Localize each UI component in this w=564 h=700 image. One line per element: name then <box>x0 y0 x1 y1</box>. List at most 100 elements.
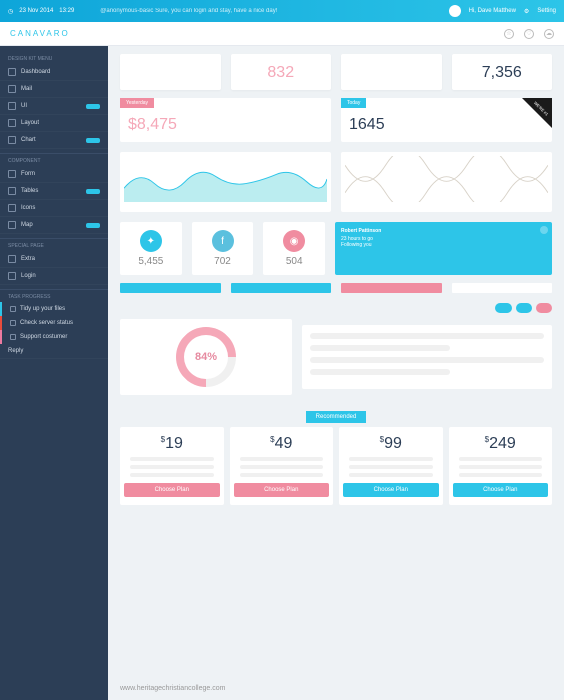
topbar-settings[interactable]: Setting <box>537 8 556 14</box>
sidebar-item-label: Icons <box>21 205 35 211</box>
stat-card <box>341 54 442 90</box>
sidebar-item-extra[interactable]: Extra <box>0 251 108 268</box>
recommended-badge: Recommended <box>306 411 367 423</box>
sidebar-item-ui[interactable]: UI <box>0 98 108 115</box>
stat-card: 7,356 <box>452 54 553 90</box>
choose-plan-button[interactable]: Choose Plan <box>234 483 330 497</box>
choose-plan-button[interactable]: Choose Plan <box>124 483 220 497</box>
panel-action-icon[interactable] <box>540 226 548 234</box>
dashboard-icon <box>8 68 16 76</box>
money-badge: Today <box>341 98 366 108</box>
checkbox-icon[interactable] <box>10 306 16 312</box>
feature-line <box>130 457 214 461</box>
sidebar-item-form[interactable]: Form <box>0 166 108 183</box>
topbar: ◷ 23 Nov 2014 13:29 @anonymous-basic Sur… <box>0 0 564 22</box>
price-amount: $249 <box>453 435 549 453</box>
topbar-time: 13:29 <box>59 8 74 14</box>
feature-line <box>240 465 324 469</box>
price-card: $49 Choose Plan <box>230 427 334 505</box>
gauge-card: 84% <box>120 319 292 395</box>
sidebar-item-chart[interactable]: Chart <box>0 132 108 149</box>
topbar-user[interactable]: Hi, Dave Matthew <box>469 8 516 14</box>
feature-line <box>349 457 433 461</box>
feature-line <box>240 457 324 461</box>
feature-line <box>459 473 543 477</box>
main: 8327,356 Yesterday$8,475Today1645WE'RE #… <box>108 46 564 700</box>
dribbble-icon[interactable]: ◉ <box>283 230 305 252</box>
extra-icon <box>8 255 16 263</box>
money-value: 1645 <box>349 116 544 134</box>
sidebar-item-dashboard[interactable]: Dashboard <box>0 64 108 81</box>
strip-btn[interactable] <box>231 283 332 293</box>
feature-line <box>349 465 433 469</box>
cloud-icon[interactable]: ☁ <box>544 29 554 39</box>
sidebar-item-login[interactable]: Login <box>0 268 108 285</box>
chart-icon <box>8 136 16 144</box>
feature-line <box>130 465 214 469</box>
mail-icon <box>8 85 16 93</box>
checkbox-icon[interactable] <box>10 334 16 340</box>
price-amount: $49 <box>234 435 330 453</box>
social-card: ◉504 <box>263 222 325 275</box>
sidebar: Design Kit MenuDashboardMail UI Layout Char… <box>0 46 108 700</box>
line-item <box>310 369 450 375</box>
sidebar-reply[interactable]: Reply <box>0 344 108 359</box>
sidebar-item-mail[interactable]: Mail <box>0 81 108 98</box>
task-item[interactable]: Support costumer <box>0 330 108 344</box>
icons-icon <box>8 204 16 212</box>
sidebar-item-tables[interactable]: Tables <box>0 183 108 200</box>
social-value: 5,455 <box>124 256 178 267</box>
sidebar-badge <box>86 138 100 143</box>
price-card: $19 Choose Plan <box>120 427 224 505</box>
gauge-percent: 84% <box>195 351 217 363</box>
sidebar-item-layout[interactable]: Layout <box>0 115 108 132</box>
strip-btn[interactable] <box>341 283 442 293</box>
choose-plan-button[interactable]: Choose Plan <box>453 483 549 497</box>
facebook-icon[interactable]: f <box>212 230 234 252</box>
twitter-icon[interactable]: ✦ <box>140 230 162 252</box>
tables-icon <box>8 187 16 195</box>
header: CANAVARO ☆ ♡ ☁ <box>0 22 564 46</box>
choose-plan-button[interactable]: Choose Plan <box>343 483 439 497</box>
activity-panel: Robert Pattinson 23 hours to go Followin… <box>335 222 552 275</box>
stat-value: 7,356 <box>458 64 547 82</box>
task-item[interactable]: Check server status <box>0 316 108 330</box>
sidebar-item-label: Login <box>21 273 36 279</box>
sidebar-item-icons[interactable]: Icons <box>0 200 108 217</box>
line-item <box>310 357 544 363</box>
strip-btn[interactable] <box>120 283 221 293</box>
feature-line <box>459 465 543 469</box>
sidebar-badge <box>86 189 100 194</box>
social-card: ✦ 5,455 <box>120 222 182 275</box>
line-item <box>310 333 544 339</box>
stat-value: 832 <box>237 64 326 82</box>
task-label: Check server status <box>20 320 73 326</box>
sidebar-item-label: Chart <box>21 137 36 143</box>
heart-icon[interactable]: ♡ <box>524 29 534 39</box>
topbar-date: 23 Nov 2014 <box>19 8 53 14</box>
panel-line: Following you <box>341 242 546 248</box>
gear-icon[interactable]: ⚙ <box>524 8 529 15</box>
price-amount: $19 <box>124 435 220 453</box>
sidebar-item-map[interactable]: Map <box>0 217 108 234</box>
watermark: www.heritagechristiancollege.com <box>120 685 225 692</box>
tag[interactable] <box>495 303 511 313</box>
task-item[interactable]: Tidy up your files <box>0 302 108 316</box>
brand: CANAVARO <box>10 29 70 38</box>
map-icon <box>8 221 16 229</box>
sidebar-badge <box>86 223 100 228</box>
task-label: Tidy up your files <box>20 306 65 312</box>
avatar[interactable] <box>449 5 461 17</box>
sidebar-section: Design Kit Menu <box>0 52 108 64</box>
layout-icon <box>8 119 16 127</box>
social-value: 702 <box>196 256 250 267</box>
sidebar-section: Component <box>0 153 108 166</box>
tag[interactable] <box>536 303 552 313</box>
sidebar-item-label: UI <box>21 103 27 109</box>
clock-icon: ◷ <box>8 8 13 15</box>
sidebar-item-label: Tables <box>21 188 38 194</box>
star-icon[interactable]: ☆ <box>504 29 514 39</box>
line-chart <box>341 152 552 212</box>
checkbox-icon[interactable] <box>10 320 16 326</box>
tag[interactable] <box>516 303 532 313</box>
